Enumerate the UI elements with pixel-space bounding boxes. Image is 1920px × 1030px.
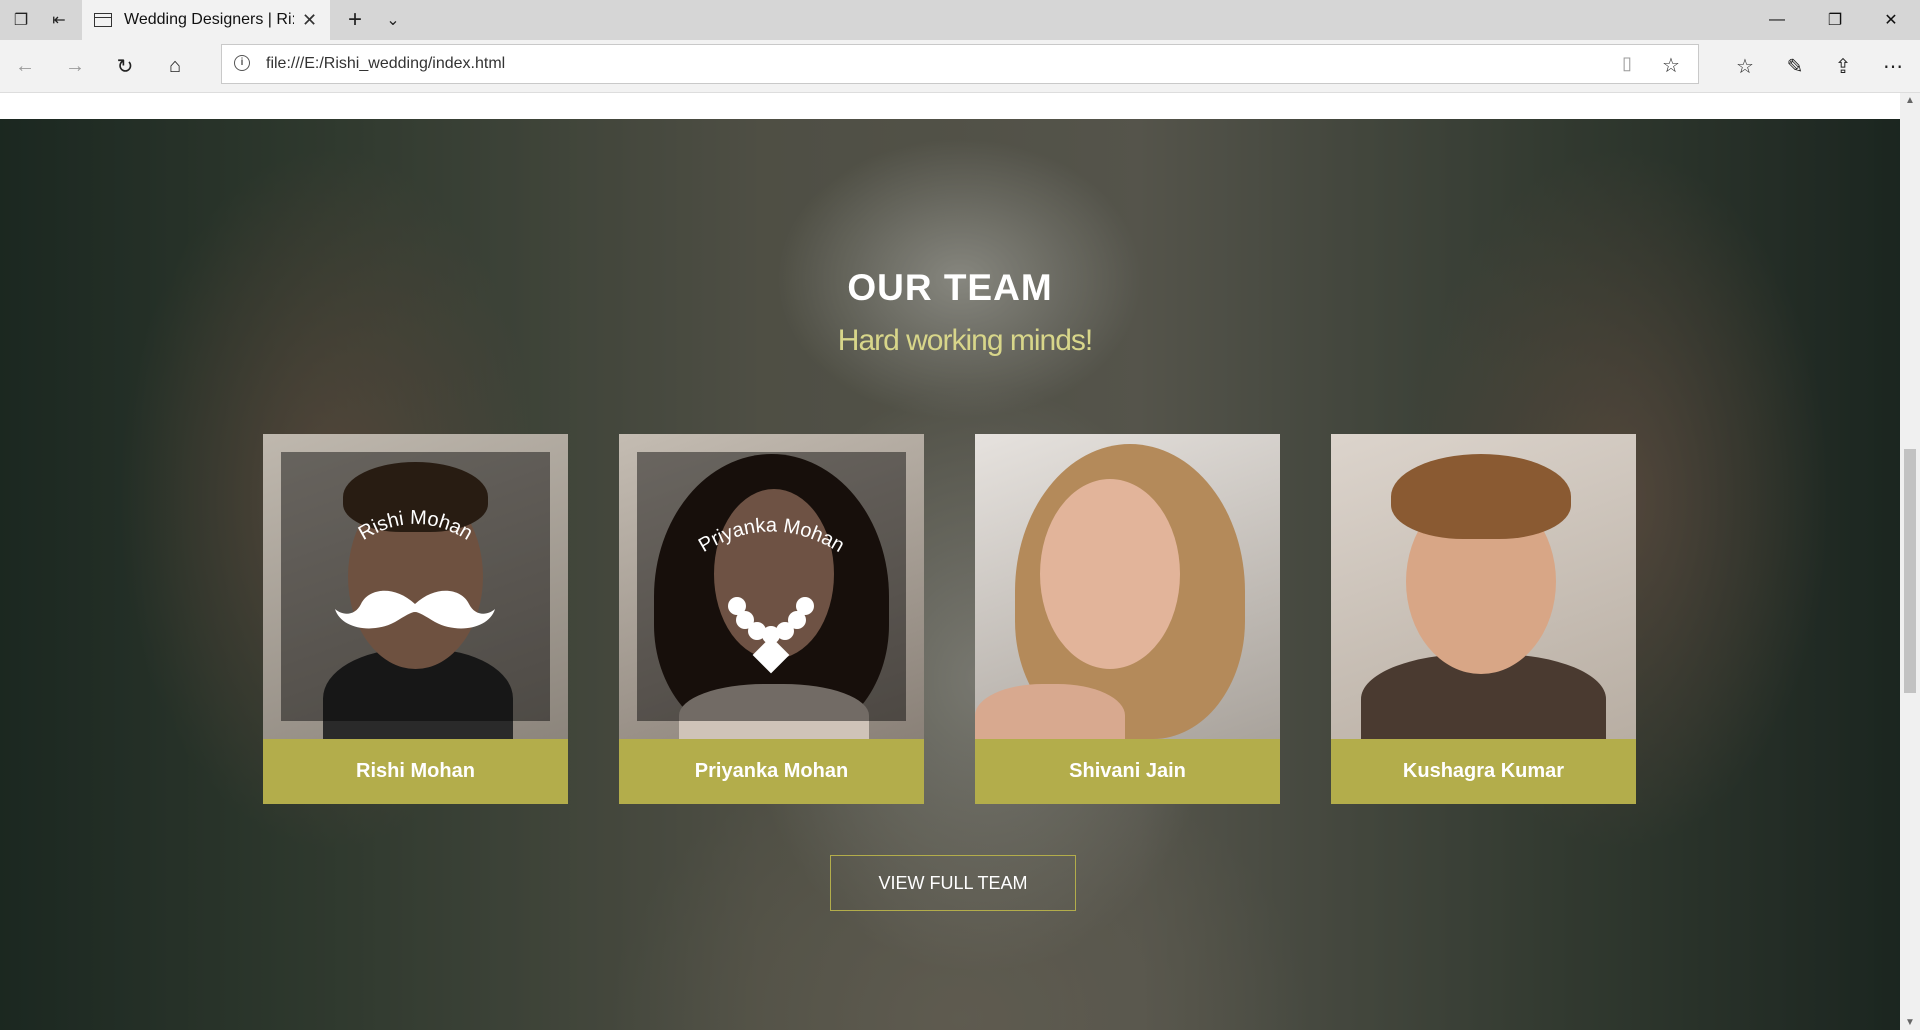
section-subtitle: Hard working minds!: [837, 324, 1093, 357]
team-member-name: Kushagra Kumar: [1331, 739, 1636, 804]
section-title: OUR TEAM: [847, 267, 1053, 308]
close-window-icon[interactable]: ✕: [1862, 0, 1920, 40]
more-icon[interactable]: ⋯: [1876, 50, 1910, 82]
tab-list-chevron-icon[interactable]: ⌄: [376, 6, 410, 34]
tab-actions-icon[interactable]: ❐: [4, 6, 38, 34]
team-photo: [975, 434, 1280, 739]
favorite-star-icon[interactable]: ☆: [1662, 53, 1680, 78]
close-tab-icon[interactable]: ✕: [302, 10, 317, 31]
set-aside-tabs-icon[interactable]: ⇤: [42, 6, 76, 34]
navigation-bar: ← → ↻ ⌂ i file:///E:/Rishi_wedding/index…: [0, 40, 1920, 93]
browser-tab[interactable]: Wedding Designers | Ri: ✕: [82, 0, 330, 40]
team-member-name: Rishi Mohan: [263, 739, 568, 804]
scroll-down-icon[interactable]: ▼: [1900, 1017, 1920, 1028]
tab-title: Wedding Designers | Ri:: [124, 11, 294, 28]
share-icon[interactable]: ⇪: [1826, 50, 1860, 82]
reading-view-icon[interactable]: ▯: [1622, 53, 1632, 74]
team-section: OUR TEAM Hard working minds! Rishi Mohan…: [0, 119, 1900, 1030]
team-card[interactable]: Priyanka Mohan Priyanka Mohan: [619, 434, 924, 804]
refresh-icon[interactable]: ↻: [108, 50, 142, 82]
restore-icon[interactable]: ❐: [1806, 0, 1864, 40]
team-member-name: Shivani Jain: [975, 739, 1280, 804]
minimize-icon[interactable]: —: [1748, 0, 1806, 40]
favorites-hub-icon[interactable]: ☆: [1728, 50, 1762, 82]
team-card[interactable]: Shivani Jain: [975, 434, 1280, 804]
new-tab-icon[interactable]: +: [338, 6, 372, 34]
team-photo: Priyanka Mohan: [619, 434, 924, 739]
address-text[interactable]: file:///E:/Rishi_wedding/index.html: [266, 55, 505, 73]
back-icon[interactable]: ←: [8, 50, 42, 82]
team-card[interactable]: Kushagra Kumar: [1331, 434, 1636, 804]
necklace-icon: [728, 597, 814, 674]
site-info-icon[interactable]: i: [234, 55, 250, 71]
tab-bar: ❐ ⇤ Wedding Designers | Ri: ✕ + ⌄ — ❐ ✕: [0, 0, 1920, 40]
scroll-up-icon[interactable]: ▲: [1900, 95, 1920, 106]
scrollbar[interactable]: ▲ ▼: [1900, 93, 1920, 1030]
team-photo: Rishi Mohan: [263, 434, 568, 739]
header-strip: [0, 93, 1900, 119]
home-icon[interactable]: ⌂: [158, 50, 192, 82]
mustache-icon: [335, 590, 495, 629]
team-member-name: Priyanka Mohan: [619, 739, 924, 804]
web-notes-icon[interactable]: ✎: [1778, 50, 1812, 82]
team-photo: [1331, 434, 1636, 739]
forward-icon[interactable]: →: [58, 50, 92, 82]
view-full-team-button[interactable]: VIEW FULL TEAM: [830, 855, 1076, 911]
page-icon: [94, 13, 112, 27]
team-card[interactable]: Rishi Mohan Rishi Mohan: [263, 434, 568, 804]
scroll-thumb[interactable]: [1904, 449, 1916, 693]
address-bar[interactable]: i file:///E:/Rishi_wedding/index.html ▯ …: [221, 44, 1699, 84]
